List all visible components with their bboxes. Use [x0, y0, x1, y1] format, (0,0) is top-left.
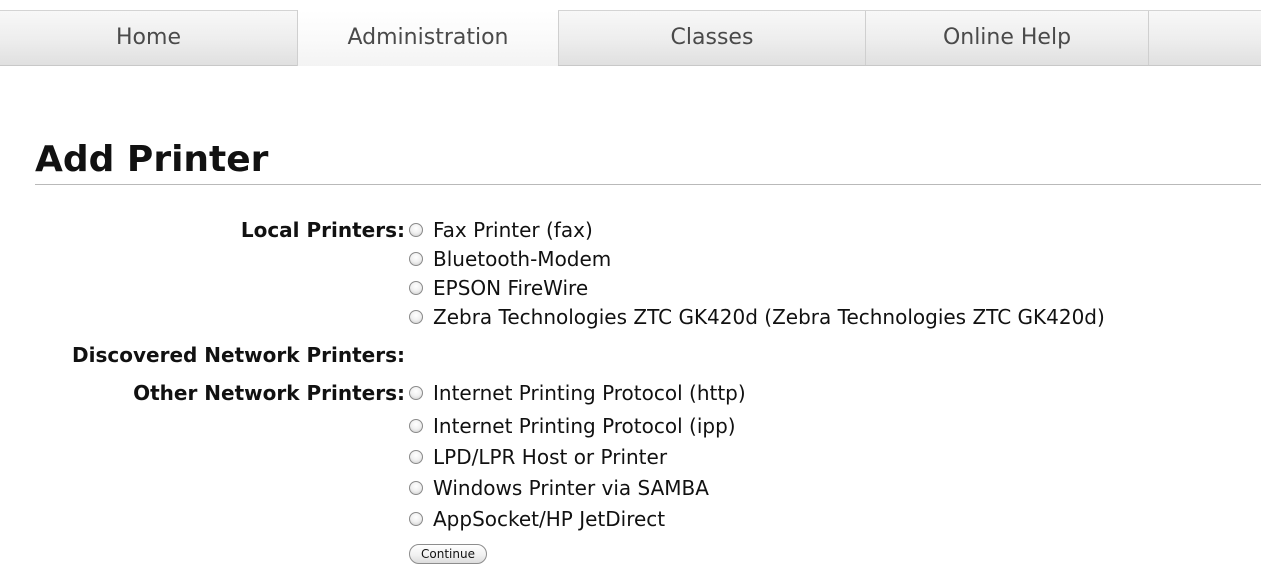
radio-button-icon[interactable] — [409, 450, 423, 464]
radio-option-ipp[interactable]: Internet Printing Protocol (ipp) — [409, 414, 736, 438]
radio-option-bluetooth-modem[interactable]: Bluetooth-Modem — [409, 247, 611, 271]
radio-option-samba[interactable]: Windows Printer via SAMBA — [409, 476, 709, 500]
page-title: Add Printer — [35, 139, 269, 180]
radio-option-ipp-http[interactable]: Internet Printing Protocol (http) — [409, 381, 746, 405]
title-divider — [35, 184, 1261, 185]
radio-button-icon[interactable] — [409, 281, 423, 295]
radio-option-zebra-gk420d[interactable]: Zebra Technologies ZTC GK420d (Zebra Tec… — [409, 305, 1105, 329]
radio-option-epson-firewire[interactable]: EPSON FireWire — [409, 276, 588, 300]
radio-option-appsocket[interactable]: AppSocket/HP JetDirect — [409, 507, 665, 531]
radio-button-icon[interactable] — [409, 386, 423, 400]
radio-option-label: Windows Printer via SAMBA — [433, 476, 709, 500]
discovered-network-printers-label: Discovered Network Printers: — [72, 343, 405, 367]
radio-option-label: Internet Printing Protocol (http) — [433, 381, 746, 405]
radio-option-label: Bluetooth-Modem — [433, 247, 612, 271]
radio-option-label: Zebra Technologies ZTC GK420d (Zebra Tec… — [433, 305, 1105, 329]
radio-option-label: Fax Printer (fax) — [433, 218, 593, 242]
radio-button-icon[interactable] — [409, 419, 423, 433]
other-network-printers-label: Other Network Printers: — [133, 381, 405, 405]
radio-button-icon[interactable] — [409, 310, 423, 324]
radio-button-icon[interactable] — [409, 252, 423, 266]
radio-option-lpd-lpr[interactable]: LPD/LPR Host or Printer — [409, 445, 667, 469]
radio-option-label: EPSON FireWire — [433, 276, 589, 300]
tab-online-help[interactable]: Online Help — [865, 11, 1148, 65]
radio-option-label: Internet Printing Protocol (ipp) — [433, 414, 736, 438]
tab-classes[interactable]: Classes — [558, 11, 865, 65]
radio-button-icon[interactable] — [409, 223, 423, 237]
continue-button[interactable]: Continue — [409, 544, 487, 564]
radio-button-icon[interactable] — [409, 481, 423, 495]
tab-administration[interactable]: Administration — [297, 10, 558, 66]
radio-button-icon[interactable] — [409, 512, 423, 526]
radio-option-fax-printer[interactable]: Fax Printer (fax) — [409, 218, 593, 242]
tab-bar-divider — [1148, 11, 1149, 65]
radio-option-label: LPD/LPR Host or Printer — [433, 445, 668, 469]
radio-option-label: AppSocket/HP JetDirect — [433, 507, 666, 531]
local-printers-label: Local Printers: — [240, 218, 405, 242]
nav-tab-bar: Home Administration Classes Online Help — [0, 10, 1261, 66]
tab-home[interactable]: Home — [0, 11, 297, 65]
